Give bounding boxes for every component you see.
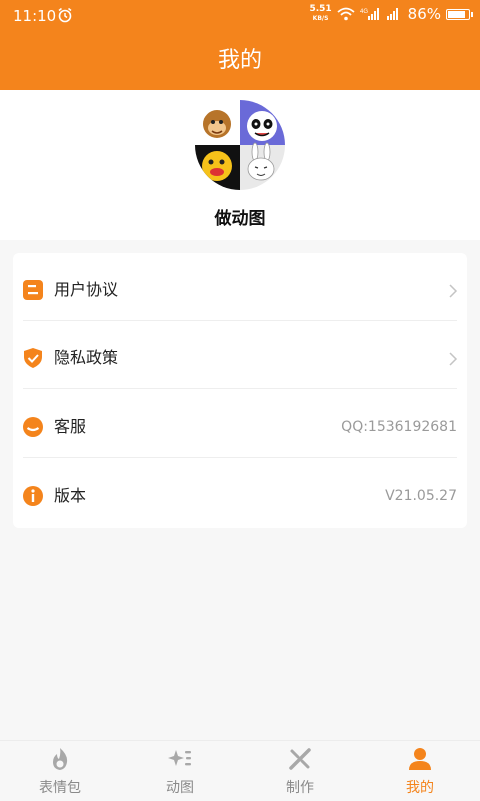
- info-icon: [23, 486, 43, 506]
- chevron-right-icon: [449, 284, 458, 298]
- status-bar: 11:10 5.51 KB/S 4G 86%: [0, 0, 480, 32]
- menu-item-label: 版本: [54, 486, 87, 505]
- tab-label: 动图: [166, 780, 194, 796]
- shield-icon: [24, 348, 42, 368]
- page-header: 我的: [0, 32, 480, 90]
- menu-item-label: 隐私政策: [54, 348, 119, 367]
- svg-text:4G: 4G: [360, 9, 368, 15]
- tab-label: 表情包: [39, 780, 81, 796]
- sparkle-icon: [168, 750, 191, 766]
- menu-item-label: 客服: [54, 417, 87, 436]
- tab-create[interactable]: 制作: [240, 741, 360, 801]
- version-value: V21.05.27: [385, 488, 457, 504]
- menu-item-privacy-policy[interactable]: 隐私政策: [13, 321, 467, 389]
- bottom-tab-bar: 表情包 动图 制作 我的: [0, 740, 480, 800]
- menu-item-customer-service[interactable]: 客服 QQ:1536192681: [13, 390, 467, 458]
- customer-service-qq: QQ:1536192681: [341, 419, 457, 435]
- chevron-right-icon: [449, 352, 458, 366]
- net-speed-value: 5.51: [309, 4, 332, 14]
- document-icon: [23, 280, 43, 300]
- wifi-icon: [337, 7, 355, 21]
- page-title: 我的: [217, 48, 262, 73]
- net-speed-unit: KB/S: [312, 15, 329, 22]
- battery-percent: 86%: [407, 5, 441, 23]
- tools-icon: [289, 748, 311, 770]
- alarm-icon: [58, 7, 72, 23]
- signal-icon: [386, 8, 398, 20]
- flame-icon: [53, 748, 68, 770]
- net-speed: 5.51 KB/S: [309, 5, 331, 23]
- tab-stickers[interactable]: 表情包: [0, 741, 120, 801]
- status-right: 5.51 KB/S 4G 86%: [309, 5, 473, 23]
- tab-label: 我的: [406, 780, 434, 796]
- divider: [23, 457, 457, 458]
- support-icon: [23, 417, 43, 437]
- tab-mine[interactable]: 我的: [360, 741, 480, 801]
- tab-gifs[interactable]: 动图: [120, 741, 240, 801]
- profile-name: 做动图: [214, 209, 266, 229]
- battery-icon: [446, 8, 473, 20]
- signal-4g-icon: 4G: [360, 8, 379, 20]
- person-icon: [409, 748, 431, 770]
- settings-menu: 用户协议 隐私政策 客服 QQ:1536192681 版本 V21.05.27: [13, 253, 467, 528]
- menu-item-label: 用户协议: [54, 280, 119, 299]
- tab-label: 制作: [286, 780, 314, 796]
- profile-section: 做动图: [0, 90, 480, 240]
- divider: [23, 388, 457, 389]
- menu-item-user-agreement[interactable]: 用户协议: [13, 253, 467, 321]
- menu-item-version[interactable]: 版本 V21.05.27: [13, 459, 467, 528]
- status-time: 11:10: [13, 7, 57, 25]
- app-avatar[interactable]: [195, 100, 285, 190]
